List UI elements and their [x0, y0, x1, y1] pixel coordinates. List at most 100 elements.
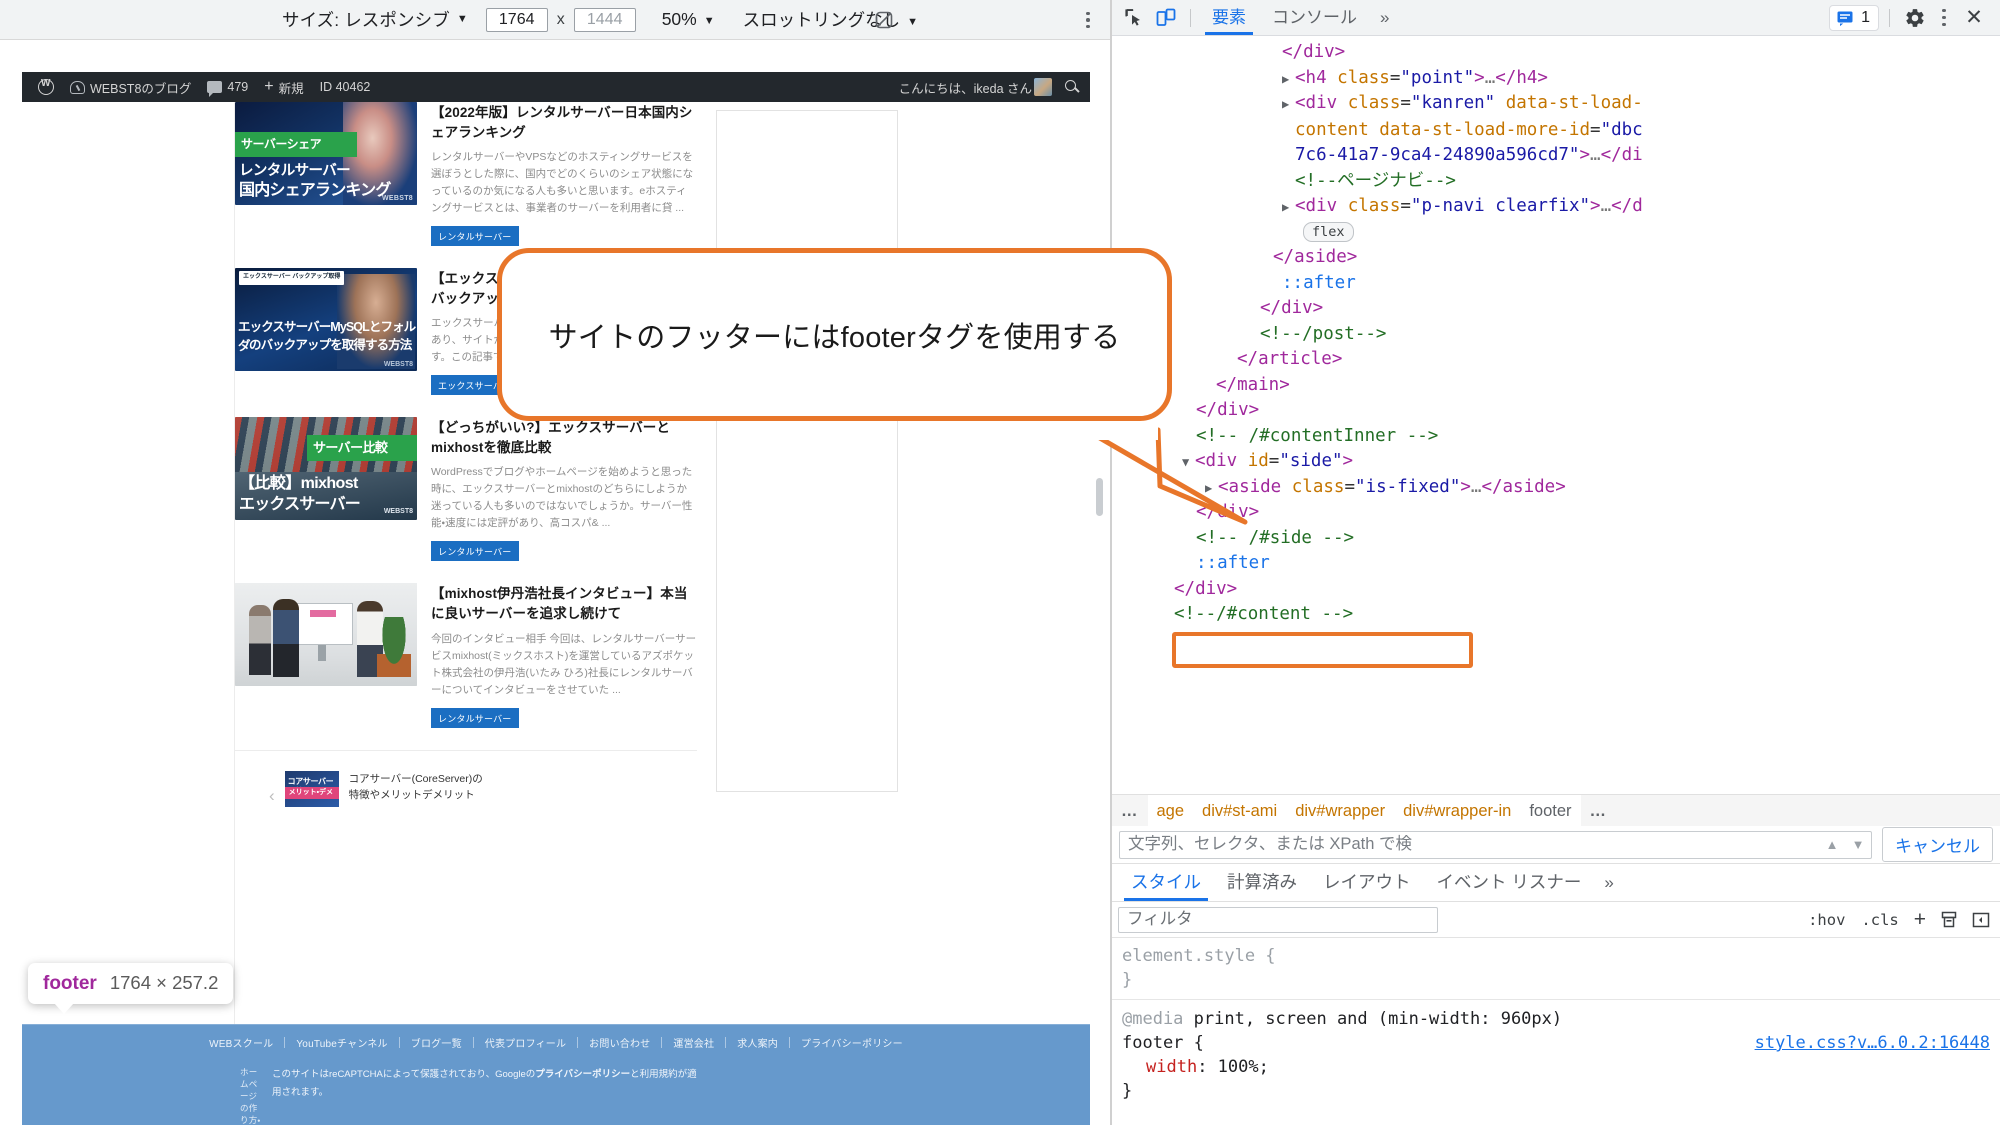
- tab-layout[interactable]: レイアウト: [1310, 864, 1424, 901]
- element-size-tooltip: footer 1764 × 257.2: [28, 963, 234, 1014]
- post-title[interactable]: 【2022年版】レンタルサーバー日本国内シェアランキング: [431, 103, 697, 142]
- rotate-icon[interactable]: [872, 8, 896, 32]
- post-category-badge[interactable]: レンタルサーバー: [431, 707, 519, 728]
- related-post-title[interactable]: コアサーバー(CoreServer)の特徴やメリットデメリット: [349, 771, 489, 805]
- breadcrumb-item-wrapper[interactable]: div#wrapper: [1286, 794, 1395, 827]
- device-toolbar-more-icon[interactable]: [1077, 8, 1099, 32]
- force-state-button[interactable]: :hov: [1803, 911, 1850, 929]
- list-item[interactable]: サーバー比較 【比較】mixhost エックスサーバー WEBST8 【どっちが…: [235, 417, 697, 583]
- toggle-sidebar-icon[interactable]: [1968, 908, 1994, 932]
- dom-line[interactable]: </aside>: [1112, 245, 2000, 271]
- post-category-badge[interactable]: レンタルサーバー: [431, 541, 519, 562]
- tab-event-listeners[interactable]: イベント リスナー: [1424, 864, 1595, 901]
- thumbnail-banner: サーバーシェア: [235, 132, 357, 157]
- close-icon[interactable]: ✕: [1958, 4, 1990, 32]
- throttling-selector[interactable]: スロットリングなし ▼: [743, 7, 936, 32]
- tab-elements[interactable]: 要素: [1199, 0, 1259, 35]
- inspect-element-icon[interactable]: [1118, 3, 1150, 33]
- property-name[interactable]: width: [1122, 1057, 1197, 1077]
- flex-badge[interactable]: flex: [1303, 221, 1354, 242]
- viewport-width-input[interactable]: [485, 7, 548, 32]
- toolbar-divider: [1190, 8, 1191, 27]
- footer-link-profile[interactable]: 代表プロフィール: [474, 1035, 577, 1050]
- tooltip-dimensions: 1764 × 257.2: [109, 972, 219, 993]
- footer-link-web-school[interactable]: WEBスクール: [198, 1035, 284, 1050]
- wordpress-admin-bar: WEBST8のブログ 479 + 新規 ID 40462 こんにちは、ikeda …: [22, 72, 1090, 102]
- breadcrumb-item-footer[interactable]: footer: [1520, 794, 1581, 827]
- cancel-button[interactable]: キャンセル: [1882, 827, 1993, 862]
- wordpress-logo-icon[interactable]: [30, 78, 62, 95]
- declaration[interactable]: width: 100%;: [1122, 1055, 1990, 1079]
- new-style-rule-icon[interactable]: +: [1910, 908, 1930, 932]
- site-name-label: WEBST8のブログ: [90, 81, 192, 96]
- chevron-down-icon[interactable]: ▼: [1845, 832, 1871, 858]
- chevron-up-icon[interactable]: ▲: [1819, 832, 1845, 858]
- dom-line[interactable]: ::after: [1112, 551, 2000, 577]
- more-tabs-icon[interactable]: »: [1370, 8, 1399, 28]
- search-input[interactable]: [1120, 831, 1819, 858]
- breadcrumb: … age div#st-ami div#wrapper div#wrapper…: [1112, 794, 2000, 827]
- footer-link-recruit[interactable]: 求人案内: [726, 1035, 789, 1050]
- thumbnail-line-2: エックスサーバー: [239, 496, 361, 514]
- dom-line[interactable]: ::after: [1112, 271, 2000, 297]
- breadcrumb-item-age[interactable]: age: [1147, 794, 1194, 827]
- search-icon[interactable]: [1062, 77, 1082, 97]
- viewport-height-input[interactable]: [573, 7, 636, 32]
- devtools-more-icon[interactable]: [1932, 4, 1956, 32]
- tab-styles[interactable]: スタイル: [1118, 864, 1214, 901]
- dom-line[interactable]: </main>: [1112, 373, 2000, 399]
- dom-line[interactable]: </div>: [1112, 40, 2000, 66]
- device-toolbar-icon[interactable]: [1150, 3, 1182, 33]
- dom-line[interactable]: ▶ <h4 class="point">…</h4>: [1112, 66, 2000, 92]
- related-post-item[interactable]: ‹ コアサーバーの特徴 メリット・デメ コアサーバー(CoreServer)の特…: [235, 770, 697, 807]
- styles-pane: element.style { } @media@media print, sc…: [1112, 938, 2000, 1125]
- filter-input[interactable]: [1118, 906, 1438, 933]
- footer-link-blog-list[interactable]: ブログ一覧: [400, 1035, 473, 1050]
- post-category-badge[interactable]: レンタルサーバー: [431, 226, 519, 247]
- element-style-rule[interactable]: element.style { }: [1112, 944, 2000, 992]
- breadcrumb-item-st-ami[interactable]: div#st-ami: [1193, 794, 1287, 827]
- list-item[interactable]: サーバーシェア レンタルサーバー 国内シェアランキング WEBST8 【2022…: [235, 102, 697, 268]
- breadcrumb-overflow-left[interactable]: …: [1112, 794, 1148, 827]
- element-classes-button[interactable]: .cls: [1856, 911, 1903, 929]
- adminbar-comments[interactable]: 479: [199, 80, 256, 97]
- property-value[interactable]: 100%;: [1218, 1057, 1269, 1077]
- dom-line[interactable]: </article>: [1112, 347, 2000, 373]
- dom-line[interactable]: ▶ <div class="kanren" data-st-load-conten…: [1112, 91, 2000, 169]
- footer-link-privacy[interactable]: プライバシーポリシー: [790, 1035, 914, 1050]
- adminbar-site-name[interactable]: WEBST8のブログ: [62, 78, 199, 97]
- tab-computed[interactable]: 計算済み: [1214, 864, 1310, 901]
- rule-selector: footer {: [1122, 1033, 1204, 1053]
- post-thumbnail: [235, 583, 417, 687]
- dom-line[interactable]: </div>: [1112, 577, 2000, 603]
- footer-link-youtube[interactable]: YouTubeチャンネル: [285, 1035, 398, 1050]
- toolbar-divider-2: [1889, 8, 1890, 27]
- list-item[interactable]: 【mixhost伊丹浩社長インタビュー】本当に良いサーバーを追求し続けて 今回の…: [235, 583, 697, 749]
- footer-link-contact[interactable]: お問い合わせ: [578, 1035, 661, 1050]
- issues-badge[interactable]: 1: [1829, 4, 1879, 31]
- adminbar-account-area[interactable]: こんにちは、ikeda さん: [899, 77, 1082, 97]
- footer-style-rule[interactable]: @media@media print, screen and (min-widt…: [1112, 1007, 2000, 1103]
- thumbnail-banner: サーバー比較: [307, 435, 417, 462]
- breadcrumb-overflow-right[interactable]: …: [1580, 794, 1617, 827]
- gear-icon[interactable]: [1900, 4, 1930, 32]
- styles-more-tabs-icon[interactable]: »: [1594, 873, 1623, 893]
- device-size-caret-icon[interactable]: ▼: [457, 13, 468, 25]
- post-title[interactable]: 【mixhost伊丹浩社長インタビュー】本当に良いサーバーを追求し続けて: [431, 584, 697, 623]
- recaptcha-privacy-link[interactable]: プライバシーポリシー: [535, 1069, 630, 1080]
- dom-line[interactable]: </div>: [1112, 296, 2000, 322]
- dom-line[interactable]: ▶ <div class="p-navi clearfix">…</d: [1112, 194, 2000, 220]
- post-thumbnail: サーバー比較 【比較】mixhost エックスサーバー WEBST8: [235, 417, 417, 521]
- post-title[interactable]: 【どっちがいい?】エックスサーバーとmixhostを徹底比較: [431, 418, 697, 457]
- tab-console[interactable]: コンソール: [1259, 0, 1370, 35]
- thumbnail-banner-text: サーバーシェア: [241, 137, 322, 151]
- footer-link-company[interactable]: 運営会社: [662, 1035, 725, 1050]
- zoom-level-label[interactable]: 50% ▼: [662, 9, 733, 30]
- stylesheet-source-link[interactable]: style.css?v…6.0.2:16448: [1755, 1031, 1990, 1055]
- adminbar-new-content[interactable]: + 新規: [256, 78, 311, 97]
- print-preview-icon[interactable]: [1936, 908, 1962, 932]
- thumbnail-line-2: 国内シェアランキング: [239, 182, 391, 199]
- device-size-label[interactable]: サイズ: レスポンシブ: [282, 7, 450, 32]
- breadcrumb-item-wrapper-in[interactable]: div#wrapper-in: [1394, 794, 1521, 827]
- prev-arrow-icon[interactable]: ‹: [269, 771, 275, 804]
